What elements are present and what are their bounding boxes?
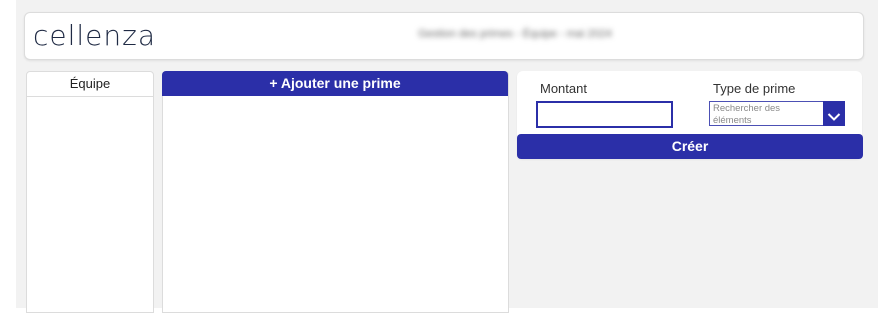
bonus-type-label: Type de prime [713,81,796,96]
amount-input[interactable] [536,101,673,128]
cellenza-logo: cellenza [33,19,157,52]
bonus-list-panel [162,71,509,313]
chevron-down-icon [827,112,841,121]
app-header: cellenza Gestion des primes - Équipe - m… [24,12,864,60]
team-panel-title: Équipe [27,72,153,97]
create-button[interactable]: Créer [517,134,863,159]
bonus-type-dropdown-button[interactable] [823,101,845,126]
team-panel: Équipe [26,71,154,313]
page-title: Gestion des primes - Équipe - mai 2024 [418,28,612,40]
bonus-type-combobox[interactable]: Rechercher des éléments [709,101,823,126]
bonus-type-placeholder: Rechercher des éléments [713,103,781,126]
add-bonus-button[interactable]: + Ajouter une prime [162,71,508,96]
amount-label: Montant [540,81,587,96]
